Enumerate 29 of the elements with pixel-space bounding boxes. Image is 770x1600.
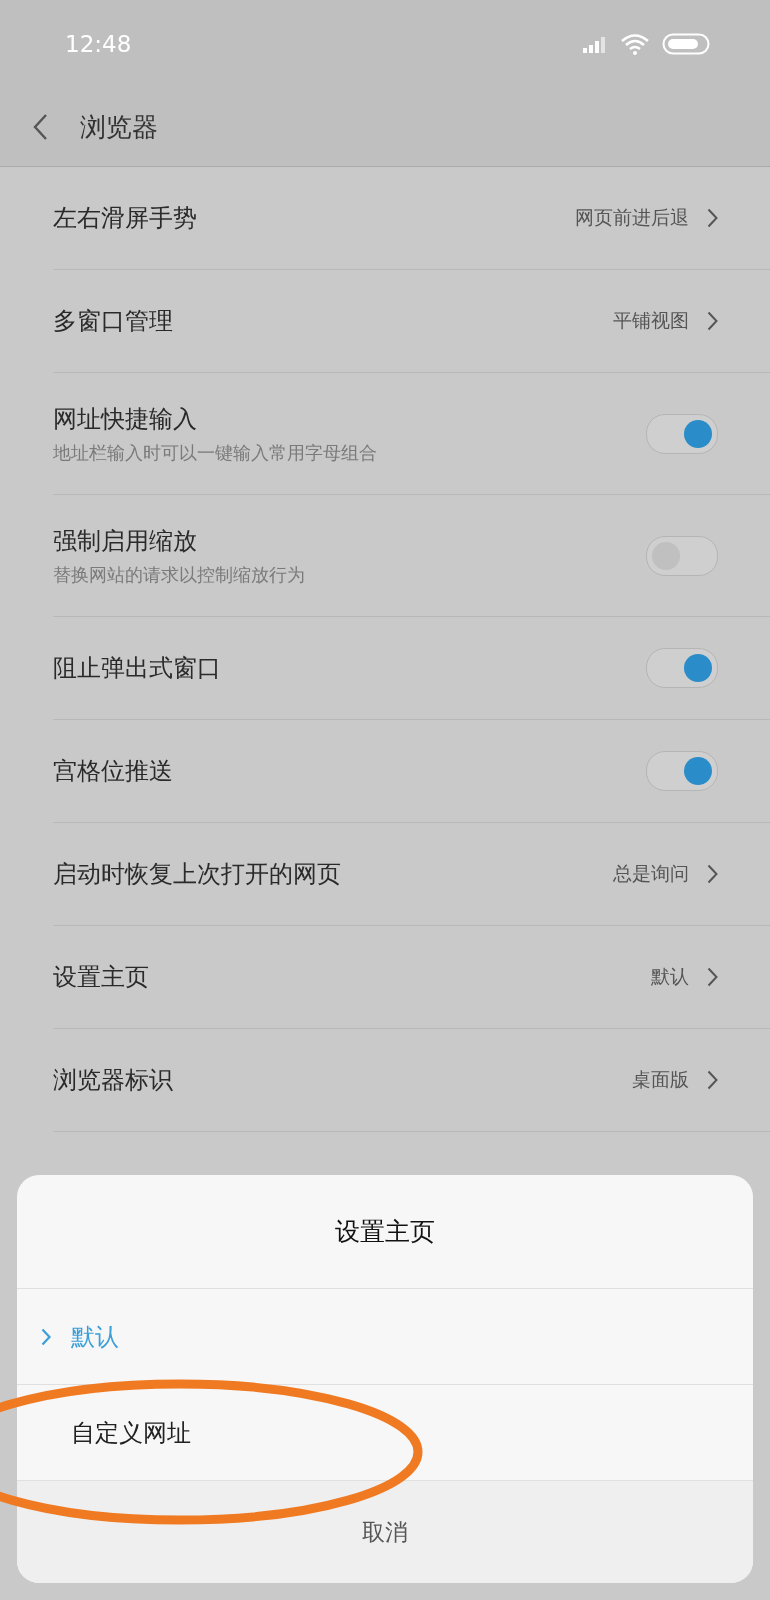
setting-label: 阻止弹出式窗口 (53, 653, 222, 684)
setting-label: 多窗口管理 (53, 306, 174, 337)
setting-value: 总是询问 (613, 861, 689, 886)
dialog-title: 设置主页 (17, 1175, 753, 1289)
settings-row[interactable]: 多窗口管理 平铺视图 (53, 270, 770, 373)
cancel-button[interactable]: 取消 (17, 1481, 753, 1583)
setting-label: 网址快捷输入 (53, 403, 198, 435)
settings-row[interactable]: 设置主页 默认 (53, 926, 770, 1029)
setting-label: 浏览器标识 (53, 1065, 174, 1096)
settings-row[interactable]: 强制启用缩放 替换网站的请求以控制缩放行为 (53, 495, 770, 617)
settings-row[interactable]: 左右滑屏手势 网页前进后退 (53, 167, 770, 270)
settings-row[interactable]: 启动时恢复上次打开的网页 总是询问 (53, 823, 770, 926)
settings-row[interactable]: 阻止弹出式窗口 (53, 617, 770, 720)
setting-label: 强制启用缩放 (53, 525, 198, 557)
setting-label: 左右滑屏手势 (53, 203, 198, 234)
settings-row[interactable]: 浏览器标识 桌面版 (53, 1029, 770, 1132)
status-time: 12:48 (65, 31, 132, 57)
page-title: 浏览器 (80, 110, 158, 144)
settings-row[interactable]: 宫格位推送 (53, 720, 770, 823)
setting-label: 设置主页 (53, 962, 150, 993)
setting-value: 网页前进后退 (575, 205, 689, 230)
setting-label: 启动时恢复上次打开的网页 (53, 859, 342, 890)
setting-description: 地址栏输入时可以一键输入常用字母组合 (53, 440, 378, 465)
setting-label: 宫格位推送 (53, 756, 174, 787)
settings-row[interactable]: 网址快捷输入 地址栏输入时可以一键输入常用字母组合 (53, 373, 770, 495)
setting-description: 替换网站的请求以控制缩放行为 (53, 562, 306, 587)
setting-value: 平铺视图 (613, 308, 689, 333)
setting-value: 默认 (651, 964, 689, 989)
setting-value: 桌面版 (632, 1067, 689, 1092)
